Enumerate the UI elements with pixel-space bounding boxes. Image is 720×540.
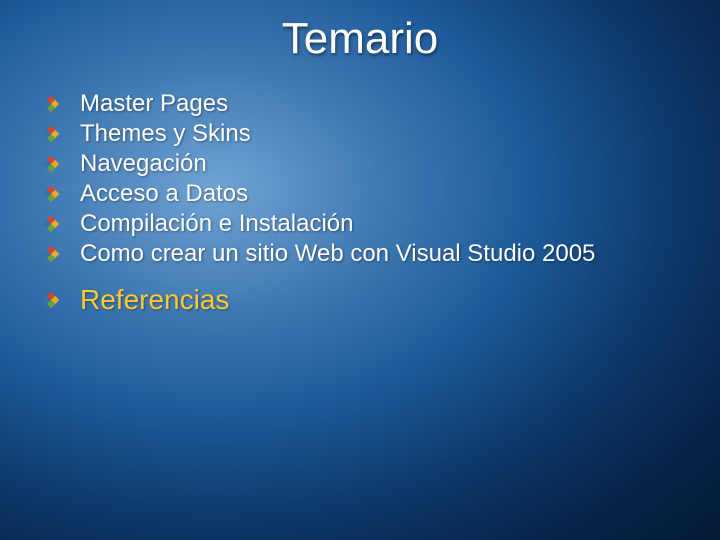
list-item-label: Referencias <box>80 286 229 314</box>
four-diamond-icon <box>40 183 62 205</box>
list-item-label: Acceso a Datos <box>80 182 248 206</box>
list-item: Acceso a Datos <box>40 182 720 206</box>
list-item: Referencias <box>40 286 720 314</box>
list-item-label: Navegación <box>80 152 207 176</box>
four-diamond-icon <box>40 153 62 175</box>
list-item: Como crear un sitio Web con Visual Studi… <box>40 242 720 266</box>
list-item-label: Master Pages <box>80 92 228 116</box>
four-diamond-icon <box>40 213 62 235</box>
list-item-label: Themes y Skins <box>80 122 251 146</box>
four-diamond-icon <box>40 243 62 265</box>
list-item-label: Compilación e Instalación <box>80 212 353 236</box>
four-diamond-icon <box>40 93 62 115</box>
slide-title: Temario <box>0 0 720 64</box>
list-item: Master Pages <box>40 92 720 116</box>
list-item-label: Como crear un sitio Web con Visual Studi… <box>80 242 595 266</box>
list-item: Navegación <box>40 152 720 176</box>
slide: Temario Master Pages <box>0 0 720 540</box>
list-item: Compilación e Instalación <box>40 212 720 236</box>
four-diamond-icon <box>40 289 62 311</box>
slide-body: Master Pages Themes y Skins <box>40 92 720 314</box>
list-item: Themes y Skins <box>40 122 720 146</box>
four-diamond-icon <box>40 123 62 145</box>
